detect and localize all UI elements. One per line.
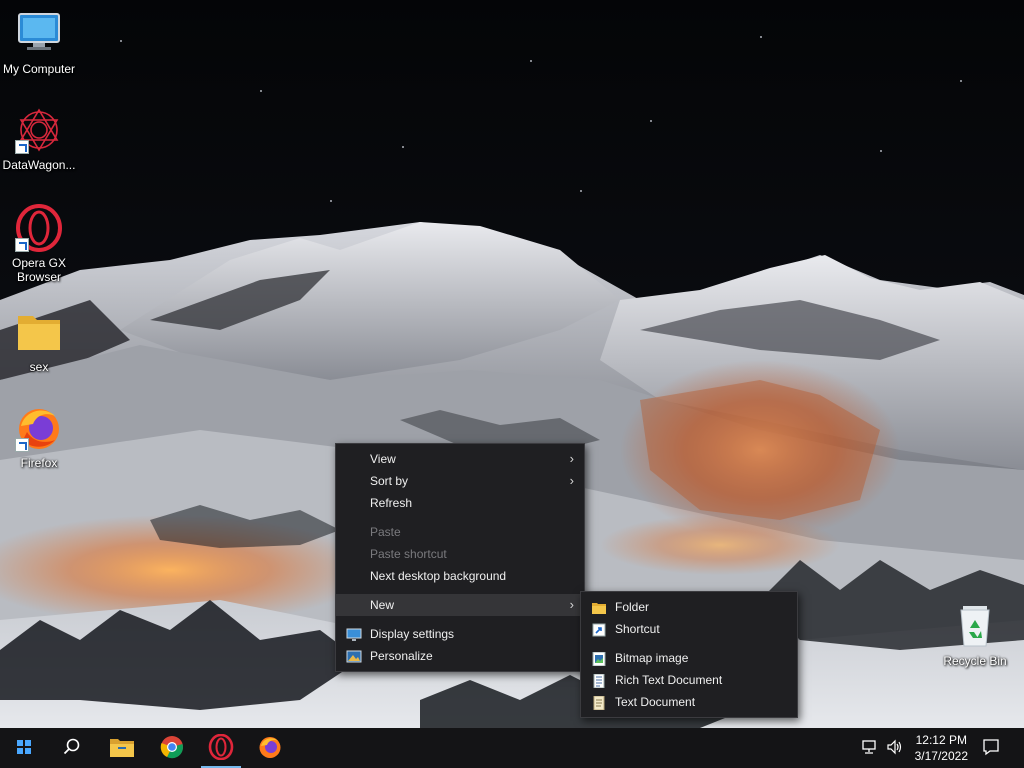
- desktop-context-menu: View › Sort by › Refresh Paste Paste sho…: [335, 443, 585, 672]
- taskbar-file-explorer[interactable]: [98, 728, 146, 768]
- recycle-bin-icon: [951, 602, 999, 650]
- menu-item-label: Shortcut: [615, 622, 660, 636]
- menu-item-view[interactable]: View ›: [336, 448, 584, 470]
- search-button[interactable]: [48, 728, 96, 768]
- menu-item-paste-shortcut: Paste shortcut: [336, 543, 584, 565]
- desktop-icon-recycle-bin[interactable]: Recycle Bin: [936, 602, 1014, 668]
- shortcut-arrow-icon: [15, 238, 29, 252]
- submenu-item-rich-text-document[interactable]: Rich Text Document: [581, 669, 797, 691]
- chevron-right-icon: ›: [569, 451, 574, 466]
- opera-gx-icon: [15, 204, 63, 252]
- desktop-icon-label: My Computer: [2, 62, 76, 76]
- action-center-button[interactable]: [968, 728, 1014, 768]
- menu-item-label: Bitmap image: [615, 651, 689, 665]
- taskbar-opera-gx[interactable]: [197, 728, 245, 768]
- star: [650, 120, 652, 122]
- menu-item-label: View: [370, 452, 396, 466]
- shortcut-arrow-icon: [15, 438, 29, 452]
- star: [760, 36, 762, 38]
- search-icon: [63, 738, 81, 759]
- star: [402, 146, 404, 148]
- desktop-icon-label: Recycle Bin: [943, 654, 1007, 668]
- personalize-icon: [346, 649, 362, 663]
- star: [120, 40, 122, 42]
- menu-item-label: Paste shortcut: [370, 547, 447, 561]
- clock-time: 12:12 PM: [915, 733, 967, 747]
- menu-item-label: Folder: [615, 600, 650, 614]
- opera-gx-icon: [208, 733, 234, 763]
- desktop-icon-folder-sex[interactable]: sex: [0, 308, 78, 374]
- menu-item-label: Personalize: [370, 649, 433, 663]
- submenu-item-shortcut[interactable]: Shortcut: [581, 618, 797, 640]
- menu-item-label: Display settings: [370, 627, 455, 641]
- display-settings-icon: [346, 627, 362, 641]
- menu-separator: [581, 640, 797, 647]
- menu-item-label: Paste: [370, 525, 401, 539]
- menu-item-personalize[interactable]: Personalize: [336, 645, 584, 667]
- menu-item-display-settings[interactable]: Display settings: [336, 623, 584, 645]
- desktop-icon-opera-gx[interactable]: Opera GX Browser: [0, 204, 78, 284]
- tray-volume[interactable]: [880, 728, 910, 768]
- datawagon-logo-icon: [15, 106, 63, 154]
- desktop[interactable]: My Computer DataWagon... Opera GX Browse…: [0, 0, 1024, 728]
- menu-item-refresh[interactable]: Refresh: [336, 492, 584, 514]
- chevron-right-icon: ›: [569, 597, 574, 612]
- menu-item-next-desktop-background[interactable]: Next desktop background: [336, 565, 584, 587]
- text-document-icon: [591, 695, 607, 711]
- menu-separator: [336, 514, 584, 521]
- bitmap-image-icon: [591, 651, 607, 667]
- menu-item-label: Rich Text Document: [615, 673, 723, 687]
- desktop-icon-label: sex: [29, 360, 49, 374]
- monitor-icon: [15, 10, 63, 58]
- firefox-icon: [15, 404, 63, 452]
- submenu-item-text-document[interactable]: Text Document: [581, 691, 797, 713]
- taskbar: 12:12 PM 3/17/2022: [0, 728, 1024, 768]
- star: [960, 80, 962, 82]
- star: [330, 200, 332, 202]
- network-icon: [861, 739, 879, 758]
- star: [580, 190, 582, 192]
- desktop-icon-firefox[interactable]: Firefox: [0, 404, 78, 470]
- shortcut-arrow-icon: [15, 140, 29, 154]
- shortcut-icon: [591, 622, 607, 637]
- chevron-right-icon: ›: [569, 473, 574, 488]
- taskbar-clock[interactable]: 12:12 PM 3/17/2022: [915, 732, 968, 764]
- menu-item-label: New: [370, 598, 395, 612]
- taskbar-chrome[interactable]: [148, 728, 196, 768]
- notifications-icon: [982, 738, 1000, 759]
- firefox-icon: [258, 735, 282, 762]
- menu-item-label: Sort by: [370, 474, 409, 488]
- menu-item-paste: Paste: [336, 521, 584, 543]
- start-button[interactable]: [0, 728, 48, 768]
- desktop-icon-label: DataWagon...: [2, 158, 76, 172]
- menu-item-label: Next desktop background: [370, 569, 507, 583]
- submenu-item-bitmap-image[interactable]: Bitmap image: [581, 647, 797, 669]
- volume-icon: [886, 739, 904, 758]
- star: [880, 150, 882, 152]
- submenu-item-folder[interactable]: Folder: [581, 596, 797, 618]
- star: [260, 90, 262, 92]
- menu-item-sort-by[interactable]: Sort by ›: [336, 470, 584, 492]
- chrome-icon: [160, 735, 184, 762]
- desktop-icon-datawagon[interactable]: DataWagon...: [0, 106, 78, 172]
- desktop-icon-my-computer[interactable]: My Computer: [0, 10, 78, 76]
- star: [530, 60, 532, 62]
- start-icon: [16, 739, 32, 758]
- desktop-icon-label: Opera GX Browser: [11, 256, 67, 284]
- folder-icon: [591, 600, 607, 614]
- menu-item-label: Refresh: [370, 496, 413, 510]
- desktop-icon-label: Firefox: [20, 456, 58, 470]
- menu-item-label: Text Document: [615, 695, 696, 709]
- file-explorer-icon: [109, 736, 135, 761]
- menu-separator: [336, 616, 584, 623]
- menu-item-new[interactable]: New ›: [336, 594, 584, 616]
- new-submenu: Folder Shortcut Bitmap image Rich Text D…: [580, 591, 798, 718]
- taskbar-firefox[interactable]: [246, 728, 294, 768]
- folder-icon: [15, 308, 63, 356]
- menu-separator: [336, 587, 584, 594]
- clock-date: 3/17/2022: [914, 749, 968, 763]
- rich-text-document-icon: [591, 673, 607, 689]
